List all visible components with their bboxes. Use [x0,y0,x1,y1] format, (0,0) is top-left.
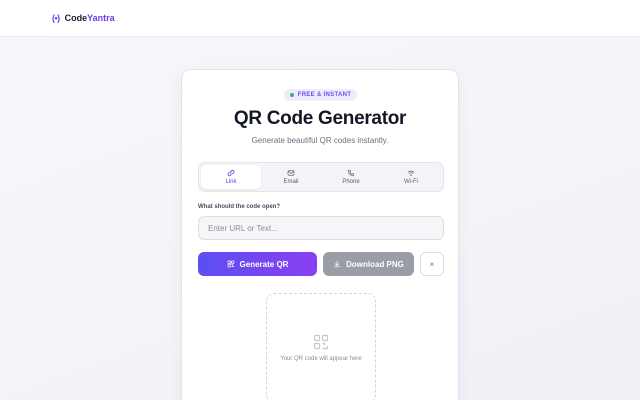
page-title: QR Code Generator [233,108,407,129]
qr-preview-area: Your QR code will appear here [266,293,376,400]
generate-qr-button[interactable]: Generate QR [198,252,317,276]
preview-placeholder-text: Your QR code will appear here [280,356,362,362]
generate-label: Generate QR [239,259,289,269]
clear-button[interactable]: × [420,252,444,276]
close-icon: × [429,259,435,269]
qr-icon [227,260,234,268]
phone-icon [347,169,355,177]
qr-type-tabs: Link Email Phone Wi-Fi [198,162,444,192]
link-icon [227,169,235,177]
tab-email-label: Email [283,179,299,185]
tab-link[interactable]: Link [201,165,261,189]
download-icon [334,260,341,268]
download-label: Download PNG [346,259,404,269]
logo-icon: (•) [52,13,60,23]
download-png-button[interactable]: Download PNG [323,252,414,276]
page-subtitle: Generate beautiful QR codes instantly. [251,136,389,145]
wifi-icon [407,170,415,176]
free-instant-badge: FREE & INSTANT [284,89,357,101]
mail-icon [287,170,295,176]
top-navbar: (•) CodeYantra [0,0,640,37]
url-field-label: What should the code open? [198,204,280,210]
brand-name-part2: Yantra [87,13,115,23]
tab-phone[interactable]: Phone [321,165,381,189]
tab-link-label: Link [225,179,237,185]
brand-logo[interactable]: (•) CodeYantra [52,13,115,23]
tab-phone-label: Phone [342,179,360,185]
url-input[interactable] [198,216,444,240]
badge-label: FREE & INSTANT [297,92,352,98]
tab-wifi-label: Wi-Fi [404,179,418,185]
tab-wifi[interactable]: Wi-Fi [381,165,441,189]
tab-email[interactable]: Email [261,165,321,189]
qr-generator-card: FREE & INSTANT QR Code Generator Generat… [181,69,459,400]
status-dot-icon [289,93,294,97]
qr-placeholder-icon [313,334,329,350]
brand-name-part1: Code [64,13,88,23]
